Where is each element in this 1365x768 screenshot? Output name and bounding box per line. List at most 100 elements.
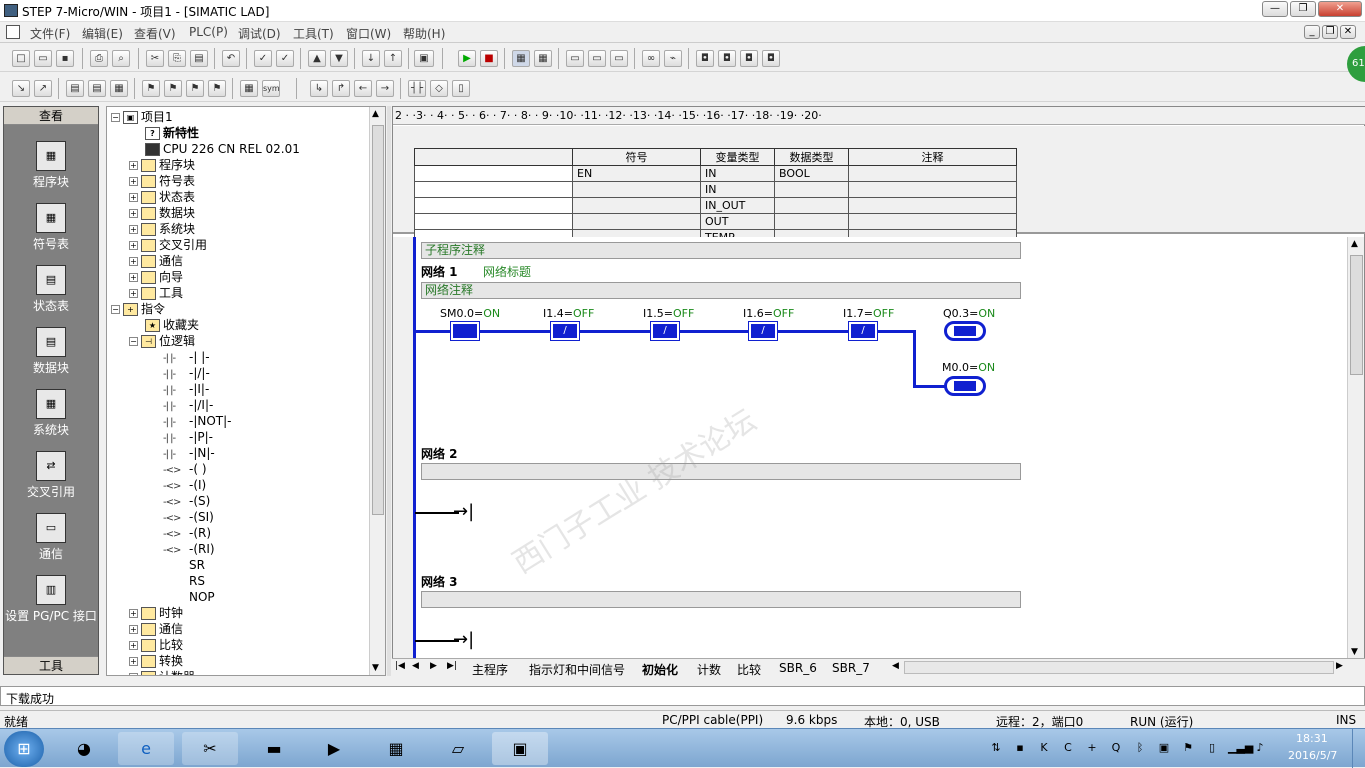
nav-footer[interactable]: 工具: [4, 656, 98, 674]
var-table-cell[interactable]: [572, 213, 701, 230]
contact-i1-5[interactable]: /: [650, 321, 680, 341]
var-table-cell[interactable]: [774, 181, 849, 198]
horizontal-scrollbar[interactable]: [904, 661, 1334, 674]
tree-bit-instruction[interactable]: -| |- -|N|-: [163, 446, 215, 462]
open-icon[interactable]: ▭: [34, 50, 52, 67]
nav-set-pgpc[interactable]: ▥ 设置 PG/PC 接口: [4, 575, 98, 624]
tree-project-item[interactable]: + 程序块: [129, 158, 195, 172]
scroll-up-icon[interactable]: ▲: [372, 109, 379, 119]
explorer-icon[interactable]: ▬: [246, 732, 302, 765]
maximize-button[interactable]: ❐: [1290, 1, 1316, 17]
single-read-icon[interactable]: ▭: [588, 50, 606, 67]
network-1-label[interactable]: 网络 1: [421, 263, 458, 280]
save-icon[interactable]: ▪: [56, 50, 74, 67]
calculator-icon[interactable]: ▦: [368, 732, 424, 765]
var-table-cell[interactable]: [848, 213, 1017, 230]
coil-icon[interactable]: ◇: [430, 80, 448, 97]
tree-project-item[interactable]: + 工具: [129, 286, 183, 300]
first-tab-icon[interactable]: |◀: [395, 661, 405, 671]
coil-q0-3[interactable]: [944, 321, 986, 341]
run-icon[interactable]: ▶: [458, 50, 476, 67]
tree-instructions[interactable]: − + 指令: [111, 302, 165, 316]
menu-window[interactable]: 窗口(W): [346, 25, 391, 42]
tab-indicator[interactable]: 指示灯和中间信号: [529, 661, 625, 678]
next-tab-icon[interactable]: ▶: [430, 661, 437, 671]
nav-program-block[interactable]: ▦ 程序块: [4, 141, 98, 190]
show-desktop-button[interactable]: [1352, 729, 1365, 768]
line-up-icon[interactable]: ↱: [332, 80, 350, 97]
tree-project-item[interactable]: + 状态表: [129, 190, 195, 204]
options-icon[interactable]: ▣: [414, 50, 434, 67]
undo-icon[interactable]: ↶: [222, 50, 240, 67]
tree-instruction-group[interactable]: + 通信: [129, 622, 183, 636]
tab-count[interactable]: 计数: [697, 661, 721, 678]
close-button[interactable]: ✕: [1318, 1, 1362, 17]
remove-bookmark-icon[interactable]: ⚑: [208, 80, 226, 97]
contact-icon[interactable]: ┤├: [408, 80, 426, 97]
new-icon[interactable]: □: [12, 50, 30, 67]
read-forced-icon[interactable]: ◘: [740, 50, 758, 67]
menu-help[interactable]: 帮助(H): [403, 25, 445, 42]
tray-signal-icon[interactable]: ▁▃▅: [1228, 741, 1253, 757]
tree-bit-instruction[interactable]: -| |- -| |-: [163, 350, 210, 366]
tree-bit-instruction[interactable]: -| |- -|I|-: [163, 382, 209, 398]
pause-trend-icon[interactable]: ▭: [566, 50, 584, 67]
tab-main[interactable]: 主程序: [472, 661, 508, 678]
var-table-cell[interactable]: OUT: [700, 213, 775, 230]
tray-bluetooth-icon[interactable]: ᛒ: [1132, 741, 1148, 757]
subroutine-comment[interactable]: 子程序注释: [421, 242, 1021, 259]
tree-project-item[interactable]: + 数据块: [129, 206, 195, 220]
tray-qq-icon[interactable]: Q: [1108, 741, 1124, 757]
force-icon[interactable]: ∞: [642, 50, 660, 67]
var-table-cell[interactable]: [414, 181, 573, 198]
tree-bit-instruction[interactable]: RS: [163, 574, 205, 588]
var-table-cell[interactable]: IN: [700, 165, 775, 182]
copy-icon[interactable]: ⎘: [168, 50, 186, 67]
tree-bit-instruction[interactable]: -<> -(RI): [163, 542, 215, 558]
sym-icon[interactable]: sym: [262, 80, 280, 97]
tray-volume-icon[interactable]: ♪: [1252, 741, 1268, 757]
chart-status-icon[interactable]: ▦: [534, 50, 552, 67]
contact-i1-6[interactable]: /: [748, 321, 778, 341]
tab-sbr7[interactable]: SBR_7: [832, 661, 870, 675]
tree-bit-instruction[interactable]: -| |- -|/I|-: [163, 398, 213, 414]
apply-symbols-icon[interactable]: ▦: [240, 80, 258, 97]
contact-sm0-0[interactable]: [450, 321, 480, 341]
nav-header[interactable]: 查看: [4, 107, 98, 125]
var-table-cell[interactable]: [848, 165, 1017, 182]
menu-view[interactable]: 查看(V): [134, 25, 176, 42]
network-2-comment[interactable]: [421, 463, 1021, 480]
taskbar-app-icon[interactable]: ◕: [56, 732, 112, 765]
var-table-cell[interactable]: BOOL: [774, 165, 849, 182]
network-1-comment[interactable]: 网络注释: [421, 282, 1021, 299]
tree-bit-instruction[interactable]: -<> -(S): [163, 494, 210, 510]
minimize-button[interactable]: —: [1262, 1, 1288, 17]
next-bookmark-icon[interactable]: ⚑: [164, 80, 182, 97]
tree-project-item[interactable]: + 系统块: [129, 222, 195, 236]
network-3-label[interactable]: 网络 3: [421, 573, 458, 590]
var-table-cell[interactable]: IN_OUT: [700, 197, 775, 214]
tray-gpu-icon[interactable]: ▣: [1156, 741, 1172, 757]
line-left-icon[interactable]: ←: [354, 80, 372, 97]
start-button[interactable]: ⊞: [4, 731, 44, 767]
compile-icon[interactable]: ✓: [254, 50, 272, 67]
lock-icon[interactable]: ◘: [696, 50, 714, 67]
stop-icon[interactable]: ■: [480, 50, 498, 67]
doc-close-button[interactable]: ✕: [1340, 25, 1356, 39]
sort-desc-icon[interactable]: ↑: [384, 50, 402, 67]
tree-bit-instruction[interactable]: -| |- -|NOT|-: [163, 414, 232, 430]
network-2-label[interactable]: 网络 2: [421, 445, 458, 462]
toggle-poi-icon[interactable]: ▤: [66, 80, 84, 97]
var-table-cell[interactable]: [774, 197, 849, 214]
tray-network-icon[interactable]: ⇅: [988, 741, 1004, 757]
tree-cpu[interactable]: CPU 226 CN REL 02.01: [145, 142, 300, 156]
doc-restore-button[interactable]: ❐: [1322, 25, 1338, 39]
tree-scrollbar[interactable]: ▲ ▼: [369, 107, 385, 675]
tab-sbr6[interactable]: SBR_6: [779, 661, 817, 675]
tree-bit-instruction[interactable]: -<> -(I): [163, 478, 206, 494]
nav-system-block[interactable]: ▦ 系统块: [4, 389, 98, 438]
cut-icon[interactable]: ✂: [146, 50, 164, 67]
var-table-cell[interactable]: [774, 213, 849, 230]
tree-instruction-group[interactable]: + 时钟: [129, 606, 183, 620]
scroll-down-icon[interactable]: ▼: [372, 663, 379, 673]
